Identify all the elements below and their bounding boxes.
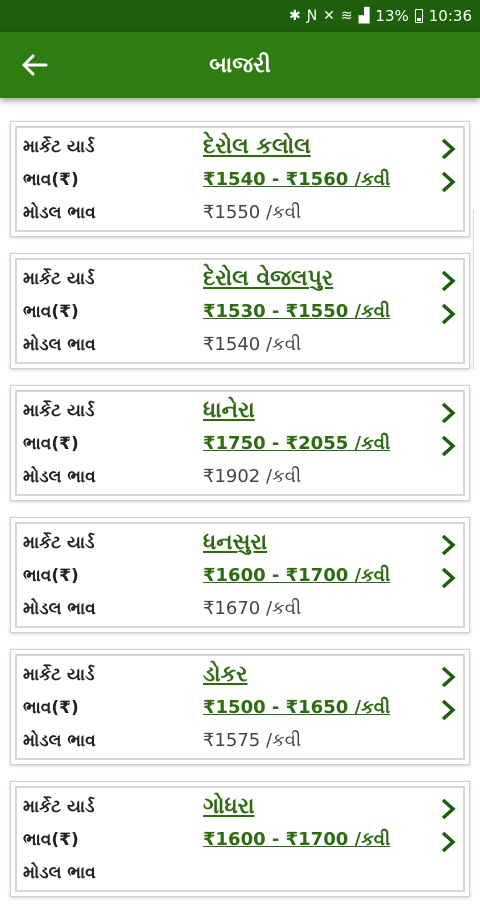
market-card[interactable]: માર્કેટ યાર્ડ ભાવ(₹) મોડલ ભાવ ધનસુરા ₹16… xyxy=(10,517,470,633)
market-name-link[interactable]: ડોકર xyxy=(203,662,247,687)
market-name-link[interactable]: ગોધરા xyxy=(203,794,255,819)
market-name-link[interactable]: દેરોલ વેજલપુર xyxy=(203,266,333,291)
chevron-right-icon[interactable] xyxy=(439,665,457,689)
bluetooth-icon: ✱ xyxy=(288,8,301,24)
market-name-link[interactable]: ધનસુરા xyxy=(203,530,267,555)
price-label: ભાવ(₹) xyxy=(23,698,79,718)
chevron-right-icon[interactable] xyxy=(439,698,457,722)
chevron-right-icon[interactable] xyxy=(439,302,457,326)
price-label: ભાવ(₹) xyxy=(23,170,79,190)
market-list: માર્કેટ યાર્ડ ભાવ(₹) મોડલ ભાવ દેરોલ કલોલ… xyxy=(10,121,470,913)
market-card[interactable]: માર્કેટ યાર્ડ ભાવ(₹) મોડલ ભાવ ડોકર ₹1500… xyxy=(10,649,470,765)
market-card[interactable]: માર્કેટ યાર્ડ ભાવ(₹) મોડલ ભાવ ગોધરા ₹160… xyxy=(10,781,470,897)
nfc-icon: Ɲ xyxy=(306,8,318,24)
model-price-value: ₹1575 /કવી xyxy=(203,730,302,751)
price-range-link[interactable]: ₹1500 - ₹1650 /કવી xyxy=(203,697,390,718)
price-label: ભાવ(₹) xyxy=(23,434,79,454)
market-yard-label: માર્કેટ યાર્ડ xyxy=(23,797,95,817)
price-range-link[interactable]: ₹1750 - ₹2055 /કવી xyxy=(203,433,390,454)
model-price-value: ₹1540 /કવી xyxy=(203,334,302,355)
chevron-right-icon[interactable] xyxy=(439,269,457,293)
market-yard-label: માર્કેટ યાર્ડ xyxy=(23,665,95,685)
arrow-left-icon[interactable] xyxy=(18,49,50,81)
market-yard-label: માર્કેટ યાર્ડ xyxy=(23,269,95,289)
market-yard-label: માર્કેટ યાર્ડ xyxy=(23,533,95,553)
price-range-link[interactable]: ₹1540 - ₹1560 /કવી xyxy=(203,169,390,190)
model-price-label: મોડલ ભાવ xyxy=(23,863,96,883)
chevron-right-icon[interactable] xyxy=(439,533,457,557)
price-range-link[interactable]: ₹1530 - ₹1550 /કવી xyxy=(203,301,390,322)
market-name-link[interactable]: દેરોલ કલોલ xyxy=(203,134,311,159)
signal-icon: ▟ xyxy=(358,8,370,24)
price-label: ભાવ(₹) xyxy=(23,830,79,850)
battery-percent: 13% xyxy=(375,7,409,25)
mute-icon: ✕ xyxy=(323,8,335,24)
status-bar: ✱ Ɲ ✕ ≋ ▟ 13% 10:36 xyxy=(0,0,480,32)
model-price-label: મોડલ ભાવ xyxy=(23,203,96,223)
wifi-icon: ≋ xyxy=(340,8,353,24)
market-yard-label: માર્કેટ યાર્ડ xyxy=(23,137,95,157)
model-price-label: મોડલ ભાવ xyxy=(23,467,96,487)
chevron-right-icon[interactable] xyxy=(439,434,457,458)
market-card[interactable]: માર્કેટ યાર્ડ ભાવ(₹) મોડલ ભાવ ધાનેરા ₹17… xyxy=(10,385,470,501)
chevron-right-icon[interactable] xyxy=(439,566,457,590)
chevron-right-icon[interactable] xyxy=(439,170,457,194)
market-card[interactable]: માર્કેટ યાર્ડ ભાવ(₹) મોડલ ભાવ દેરોલ વેજલ… xyxy=(10,253,470,369)
market-name-link[interactable]: ધાનેરા xyxy=(203,398,255,423)
model-price-value: ₹1902 /કવી xyxy=(203,466,302,487)
market-card[interactable]: માર્કેટ યાર્ડ ભાવ(₹) મોડલ ભાવ દેરોલ કલોલ… xyxy=(10,121,470,237)
chevron-right-icon[interactable] xyxy=(439,401,457,425)
price-range-link[interactable]: ₹1600 - ₹1700 /કવી xyxy=(203,829,390,850)
price-range-link[interactable]: ₹1600 - ₹1700 /કવી xyxy=(203,565,390,586)
chevron-right-icon[interactable] xyxy=(439,830,457,854)
price-label: ભાવ(₹) xyxy=(23,302,79,322)
clock: 10:36 xyxy=(428,7,472,25)
model-price-value: ₹1670 /કવી xyxy=(203,598,302,619)
app-bar: બાજરી xyxy=(0,32,480,98)
scroll-indicator xyxy=(473,210,480,370)
market-yard-label: માર્કેટ યાર્ડ xyxy=(23,401,95,421)
model-price-value: ₹1550 /કવી xyxy=(203,202,302,223)
chevron-right-icon[interactable] xyxy=(439,797,457,821)
model-price-label: મોડલ ભાવ xyxy=(23,335,96,355)
page-title: બાજરી xyxy=(209,52,271,78)
model-price-label: મોડલ ભાવ xyxy=(23,731,96,751)
price-label: ભાવ(₹) xyxy=(23,566,79,586)
chevron-right-icon[interactable] xyxy=(439,137,457,161)
model-price-label: મોડલ ભાવ xyxy=(23,599,96,619)
battery-icon xyxy=(414,9,423,23)
